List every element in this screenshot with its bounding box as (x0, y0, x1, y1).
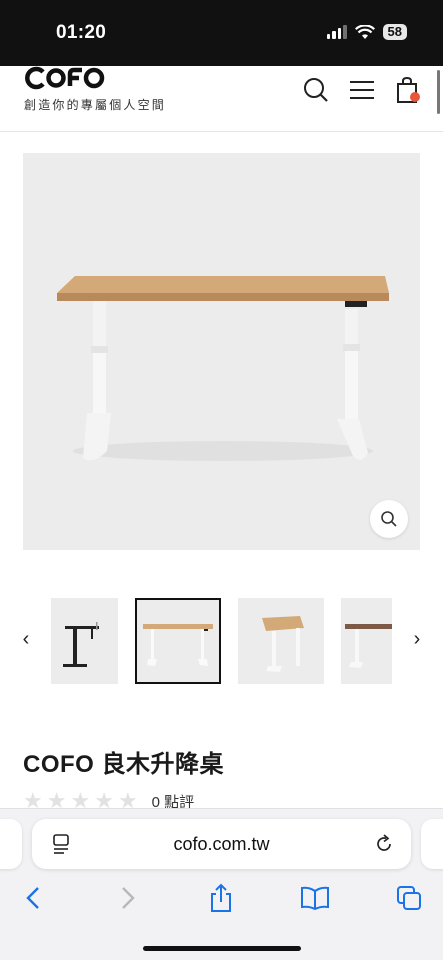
scroll-indicator[interactable] (437, 70, 440, 114)
url-text: cofo.com.tw (173, 834, 270, 854)
logo-tagline: 創造你的專屬個人空間 (24, 98, 167, 112)
share-button[interactable] (206, 883, 236, 913)
wifi-icon (354, 24, 375, 39)
site-header: 創造你的專屬個人空間 (0, 66, 443, 132)
thumbnail-prev-button[interactable]: ‹ (16, 628, 36, 651)
status-icons: 58 (326, 24, 407, 40)
share-icon (211, 883, 231, 912)
home-indicator[interactable] (143, 946, 301, 951)
browser-toolbar (0, 877, 443, 921)
browser-bar: cofo.com.tw (0, 808, 443, 960)
cellular-signal-icon (326, 25, 347, 39)
next-tab-preview[interactable] (421, 819, 443, 869)
reload-icon[interactable] (373, 833, 395, 855)
book-icon (301, 886, 329, 910)
battery-indicator: 58 (382, 24, 407, 40)
address-bar[interactable]: cofo.com.tw (32, 819, 411, 869)
zoom-button[interactable] (370, 500, 408, 538)
zoom-icon (381, 511, 397, 527)
back-button[interactable] (18, 883, 48, 913)
desk-angle-thumbnail (262, 616, 304, 672)
desk-frame-thumbnail (63, 622, 99, 667)
cofo-logo[interactable] (24, 66, 110, 90)
tabs-icon (397, 886, 421, 910)
menu-icon[interactable] (348, 76, 376, 104)
product-title: COFO 良木升降桌 (23, 751, 224, 778)
status-bar: 01:20 58 (0, 0, 443, 66)
status-time: 01:20 (56, 22, 107, 43)
thumbnail-3[interactable] (238, 598, 324, 684)
bookmarks-button[interactable] (300, 883, 330, 913)
previous-tab-preview[interactable] (0, 819, 22, 869)
thumbnail-2[interactable] (135, 598, 221, 684)
thumbnail-carousel: ‹ › (0, 598, 443, 686)
desk-white-oak-thumbnail (143, 624, 213, 666)
thumbnail-next-button[interactable]: › (407, 628, 427, 651)
product-main-image[interactable] (23, 153, 420, 550)
back-icon (26, 887, 39, 909)
cart-icon[interactable] (394, 76, 422, 104)
standing-desk-image (57, 276, 389, 461)
tabs-button[interactable] (394, 883, 424, 913)
forward-icon (122, 887, 135, 909)
thumbnail-1[interactable] (51, 598, 118, 684)
desk-walnut-thumbnail (345, 624, 392, 668)
forward-button[interactable] (113, 883, 143, 913)
thumbnail-4[interactable] (341, 598, 392, 684)
search-icon[interactable] (302, 76, 330, 104)
